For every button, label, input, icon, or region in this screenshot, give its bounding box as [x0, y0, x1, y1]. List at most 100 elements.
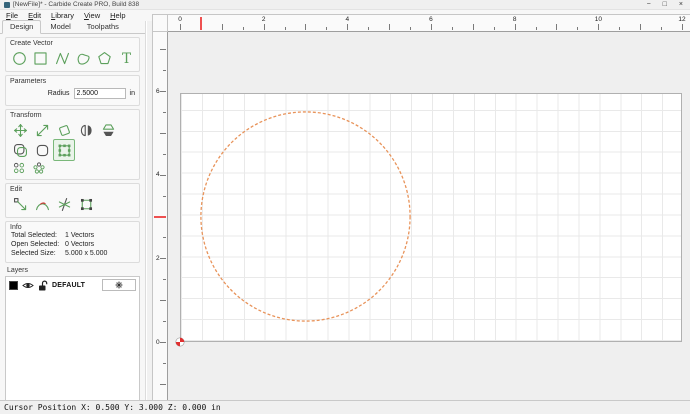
rotate-icon: [58, 124, 70, 136]
layer-color-swatch[interactable]: [9, 280, 18, 290]
grid-array-button[interactable]: [10, 160, 28, 176]
unlock-icon[interactable]: [38, 280, 48, 291]
ruler-tick: [180, 24, 181, 30]
ruler-label: 4: [345, 16, 350, 23]
ruler-tick: [305, 24, 307, 30]
tab-bar: Design Model Toolpaths: [0, 20, 145, 34]
create-vector-group: Create Vector T: [5, 37, 140, 72]
circular-array-button[interactable]: [30, 160, 48, 176]
ruler-tick: [242, 27, 244, 30]
ruler-label: 4: [156, 171, 160, 179]
app-logo-icon: [4, 1, 10, 8]
ruler-tick: [451, 27, 453, 30]
rotate-button[interactable]: [54, 120, 74, 140]
curve-tool-button[interactable]: [74, 48, 93, 68]
svg-text:T: T: [122, 50, 131, 66]
maximize-button[interactable]: □: [663, 0, 667, 9]
knife-icon: [58, 197, 70, 211]
scale-button[interactable]: [32, 120, 52, 140]
menu-file[interactable]: File: [6, 11, 18, 20]
info-value: 0 Vectors: [65, 241, 95, 248]
transform-group: Transform: [5, 109, 140, 180]
ruler-tick: [263, 24, 265, 30]
edit-nodes-button[interactable]: [76, 194, 96, 214]
rectangle-tool-icon: [34, 51, 48, 65]
canvas-viewport[interactable]: [168, 32, 690, 400]
menu-view[interactable]: View: [84, 11, 100, 20]
polyline-tool-button[interactable]: [53, 48, 72, 68]
info-value: 5.000 x 5.000: [65, 250, 108, 257]
ruler-tick: [556, 24, 558, 30]
layers-title: Layers: [7, 267, 29, 274]
gear-icon: [115, 281, 123, 289]
info-label: Open Selected:: [11, 241, 60, 248]
ruler-tick: [368, 27, 370, 30]
ruler-tick: [160, 174, 166, 176]
ruler-tick: [221, 24, 223, 30]
ruler-tick: [163, 237, 166, 239]
move-button[interactable]: [10, 120, 30, 140]
ruler-tick: [681, 24, 683, 30]
ruler-tick: [493, 27, 495, 30]
fillet-button[interactable]: [32, 140, 52, 160]
title-bar: [NewFile]* - Carbide Create PRO, Build 8…: [0, 0, 690, 10]
ruler-tick: [661, 27, 663, 30]
ruler-tick: [326, 27, 328, 30]
info-label: Total Selected:: [11, 232, 57, 239]
flip-button[interactable]: [98, 120, 118, 140]
ruler-tick: [284, 27, 286, 30]
status-bar: Cursor Position X: 0.500 Y: 3.000 Z: 0.0…: [0, 400, 690, 414]
radius-input[interactable]: [73, 88, 126, 99]
knife-button[interactable]: [54, 194, 74, 214]
tab-design[interactable]: Design: [2, 20, 42, 34]
ruler-tick: [163, 195, 166, 197]
ruler-label: 12: [678, 16, 686, 23]
align-icon: [58, 144, 70, 156]
menu-help[interactable]: Help: [110, 11, 125, 20]
radius-unit: in: [129, 90, 135, 97]
window-controls: − □ ×: [647, 0, 686, 9]
visibility-eye-icon[interactable]: [22, 281, 34, 290]
curve-tool-icon: [77, 53, 90, 65]
ruler-corner: [152, 14, 168, 32]
parameters-group: Parameters Radius in: [5, 75, 140, 106]
mirror-icon: [80, 124, 92, 136]
tab-model[interactable]: Model: [43, 21, 77, 33]
rectangle-tool-button[interactable]: [31, 48, 50, 68]
cursor-x-marker: [199, 17, 202, 30]
layer-row[interactable]: DEFAULT: [6, 277, 139, 293]
stock-area[interactable]: [180, 93, 682, 342]
ruler-tick: [160, 49, 166, 51]
tab-toolpaths[interactable]: Toolpaths: [80, 21, 126, 33]
align-button[interactable]: [53, 139, 75, 161]
select-arrow-button[interactable]: [10, 194, 30, 214]
vertical-ruler: 6 4 2 0: [152, 32, 168, 400]
scale-icon: [36, 124, 48, 136]
ruler-label: 10: [594, 16, 602, 23]
offset-button[interactable]: [10, 140, 30, 160]
grid-array-icon: [13, 162, 25, 174]
circle-tool-button[interactable]: [10, 48, 29, 68]
transform-title: Transform: [10, 112, 42, 119]
info-row: Selected Size: 5.000 x 5.000: [11, 250, 135, 257]
ruler-tick: [640, 24, 642, 30]
ruler-label: 8: [512, 16, 517, 23]
flip-icon: [102, 123, 114, 136]
trim-button[interactable]: [32, 194, 52, 214]
mirror-button[interactable]: [76, 120, 96, 140]
info-row: Total Selected: 1 Vectors: [11, 232, 135, 239]
layers-list: DEFAULT: [5, 276, 140, 412]
ruler-tick: [160, 132, 166, 134]
text-tool-button[interactable]: T: [117, 48, 136, 68]
menu-edit[interactable]: Edit: [28, 11, 41, 20]
menu-library[interactable]: Library: [51, 11, 74, 20]
ruler-label: 0: [156, 338, 160, 346]
close-button[interactable]: ×: [679, 0, 683, 9]
layer-settings-button[interactable]: [102, 279, 136, 291]
polygon-tool-button[interactable]: [95, 48, 114, 68]
ruler-tick: [347, 24, 349, 30]
cursor-position-text: Cursor Position X: 0.500 Y: 3.000 Z: 0.0…: [4, 403, 221, 412]
info-value: 1 Vectors: [65, 232, 95, 239]
minimize-button[interactable]: −: [647, 0, 651, 9]
move-icon: [13, 123, 27, 137]
